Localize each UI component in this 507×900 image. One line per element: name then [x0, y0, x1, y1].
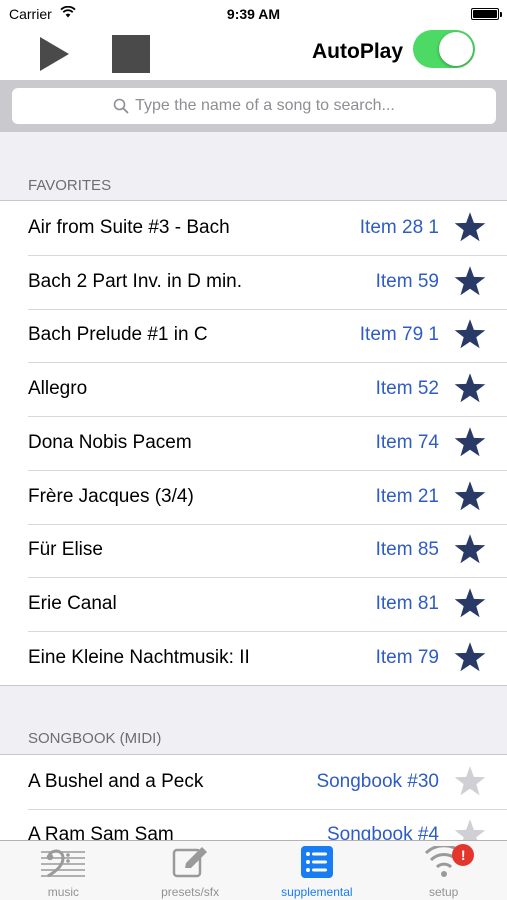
- star-icon[interactable]: [452, 532, 488, 568]
- tab-music[interactable]: music: [0, 841, 127, 900]
- table-row[interactable]: A Ram Sam Sam Songbook #4: [0, 808, 507, 840]
- song-title: Für Elise: [28, 539, 103, 561]
- table-row[interactable]: Bach Prelude #1 in C Item 79 1: [0, 308, 507, 363]
- table-row[interactable]: Dona Nobis Pacem Item 74: [0, 416, 507, 470]
- song-title: Eine Kleine Nachtmusik: II: [28, 646, 250, 668]
- song-title: Allegro: [28, 378, 88, 400]
- song-title: Bach 2 Part Inv. in D min.: [28, 270, 243, 292]
- star-icon[interactable]: [452, 586, 488, 622]
- autoplay-label: AutoPlay: [312, 40, 404, 63]
- playback-toolbar: AutoPlay: [0, 28, 507, 80]
- star-icon[interactable]: [452, 210, 488, 246]
- star-icon[interactable]: [452, 764, 488, 800]
- search-bar: Type the name of a song to search...: [0, 80, 507, 132]
- edit-icon: [172, 847, 208, 878]
- section-header-songbook: SONGBOOK (MIDI): [28, 730, 162, 748]
- song-item-number: Item 74: [375, 431, 439, 453]
- toggle-knob: [439, 32, 473, 66]
- section-header-favorites: FAVORITES: [28, 176, 112, 194]
- table-row[interactable]: Frère Jacques (3/4) Item 21: [0, 469, 507, 524]
- star-icon[interactable]: [452, 640, 488, 676]
- search-input[interactable]: Type the name of a song to search...: [12, 88, 496, 124]
- star-icon[interactable]: [452, 479, 488, 515]
- song-title: Dona Nobis Pacem: [28, 431, 192, 453]
- bass-clef-staff-icon: [41, 849, 86, 878]
- favorites-table: Air from Suite #3 - Bach Item 28 1 Bach …: [0, 200, 507, 686]
- song-item-number: Songbook #30: [316, 770, 439, 792]
- song-title: Frère Jacques (3/4): [28, 485, 194, 507]
- autoplay-toggle[interactable]: [413, 30, 475, 68]
- song-title: Bach Prelude #1 in C: [28, 324, 208, 346]
- star-icon[interactable]: [452, 317, 488, 353]
- song-title: Air from Suite #3 - Bach: [28, 216, 230, 238]
- song-item-number: Item 59: [375, 270, 439, 292]
- song-item-number: Item 52: [375, 378, 439, 400]
- battery-icon: [471, 8, 502, 20]
- song-item-number: Item 28 1: [359, 216, 439, 238]
- tab-label: music: [47, 885, 80, 899]
- tab-setup[interactable]: ! setup: [380, 841, 507, 900]
- status-time: 9:39 AM: [226, 6, 281, 22]
- star-icon[interactable]: [452, 264, 488, 300]
- tab-label: supplemental: [281, 885, 353, 899]
- table-row[interactable]: Eine Kleine Nachtmusik: II Item 79: [0, 631, 507, 685]
- status-bar: Carrier 9:39 AM: [0, 0, 507, 28]
- song-title: Erie Canal: [28, 593, 117, 615]
- song-list[interactable]: FAVORITES Air from Suite #3 - Bach Item …: [0, 132, 507, 840]
- star-icon[interactable]: [452, 817, 488, 840]
- tab-label: setup: [428, 885, 459, 899]
- search-placeholder: Type the name of a song to search...: [135, 97, 395, 114]
- song-item-number: Item 79 1: [359, 324, 439, 346]
- table-row[interactable]: Bach 2 Part Inv. in D min. Item 59: [0, 254, 507, 309]
- song-item-number: Item 85: [375, 539, 439, 561]
- tab-presets-sfx[interactable]: presets/sfx: [127, 841, 254, 900]
- tab-bar: music presets/sfx supplemental ! setup: [0, 840, 507, 900]
- table-row[interactable]: Für Elise Item 85: [0, 523, 507, 578]
- song-title: A Ram Sam Sam: [28, 824, 174, 840]
- search-icon: [113, 98, 129, 114]
- song-item-number: Item 79: [375, 646, 439, 668]
- stop-button[interactable]: [112, 35, 150, 73]
- list-icon: [300, 846, 333, 878]
- song-item-number: Item 81: [375, 593, 439, 615]
- song-title: A Bushel and a Peck: [28, 770, 204, 792]
- play-button[interactable]: [38, 36, 70, 72]
- song-item-number: Songbook #4: [327, 824, 439, 840]
- songbook-table: A Bushel and a Peck Songbook #30 A Ram S…: [0, 753, 507, 840]
- song-item-number: Item 21: [375, 485, 439, 507]
- table-row[interactable]: Allegro Item 52: [0, 362, 507, 416]
- table-row[interactable]: Air from Suite #3 - Bach Item 28 1: [0, 201, 507, 255]
- tab-label: presets/sfx: [161, 885, 220, 899]
- table-row[interactable]: Erie Canal Item 81: [0, 577, 507, 631]
- alert-badge: !: [452, 844, 475, 866]
- table-row[interactable]: A Bushel and a Peck Songbook #30: [0, 755, 507, 809]
- tab-supplemental[interactable]: supplemental: [254, 841, 381, 900]
- star-icon[interactable]: [452, 425, 488, 461]
- star-icon[interactable]: [452, 371, 488, 407]
